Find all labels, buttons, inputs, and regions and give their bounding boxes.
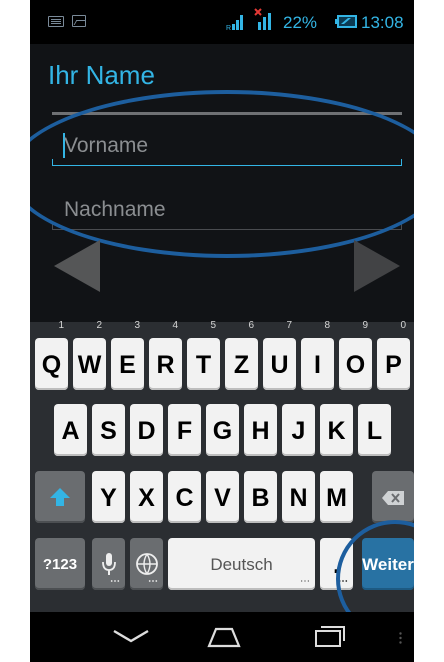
field-underline-tick bbox=[52, 159, 53, 166]
svg-text:R: R bbox=[226, 25, 231, 30]
field-underline-tick bbox=[52, 223, 53, 230]
key-p[interactable]: 0P bbox=[377, 320, 410, 390]
key-d[interactable]: D bbox=[130, 404, 163, 456]
annotation-circle-name-fields bbox=[30, 90, 414, 258]
key-i[interactable]: 8I bbox=[301, 320, 334, 390]
recent-apps-icon[interactable] bbox=[314, 624, 346, 648]
key-k[interactable]: K bbox=[320, 404, 353, 456]
key-l[interactable]: L bbox=[358, 404, 391, 456]
more-options-dots: ⋯ bbox=[148, 576, 158, 587]
shift-key[interactable] bbox=[35, 471, 85, 523]
more-options-dots: ⋯ bbox=[300, 576, 310, 587]
key-g[interactable]: G bbox=[206, 404, 239, 456]
battery-percentage: 22% bbox=[283, 13, 318, 32]
key-t[interactable]: 5T bbox=[187, 320, 220, 390]
voice-input-key[interactable]: ⋯ bbox=[92, 538, 125, 590]
key-v[interactable]: V bbox=[206, 471, 239, 523]
field-underline-tick bbox=[401, 159, 402, 166]
symbols-key[interactable]: ?123 bbox=[35, 538, 85, 590]
key-a[interactable]: A bbox=[54, 404, 87, 456]
key-z[interactable]: 6Z bbox=[225, 320, 258, 390]
back-icon[interactable] bbox=[112, 628, 150, 644]
signal-no-sim-icon bbox=[254, 8, 271, 30]
key-w[interactable]: 2W bbox=[73, 320, 106, 390]
backspace-key[interactable] bbox=[372, 471, 414, 523]
field-underline bbox=[52, 229, 402, 230]
key-j[interactable]: J bbox=[282, 404, 315, 456]
shift-arrow-icon bbox=[50, 488, 70, 506]
space-key-label: Deutsch bbox=[210, 555, 273, 574]
signal-roaming-icon: R bbox=[226, 15, 243, 30]
key-h[interactable]: H bbox=[244, 404, 277, 456]
key-f[interactable]: F bbox=[168, 404, 201, 456]
key-q[interactable]: 1Q bbox=[35, 320, 68, 390]
key-e[interactable]: 3E bbox=[111, 320, 144, 390]
more-options-dots: ⋯ bbox=[110, 576, 120, 587]
field-underline bbox=[52, 165, 402, 166]
last-name-field[interactable]: Nachname bbox=[52, 190, 402, 230]
image-notification-icon bbox=[72, 15, 86, 27]
key-s[interactable]: S bbox=[92, 404, 125, 456]
key-y[interactable]: Y bbox=[92, 471, 125, 523]
battery-icon bbox=[335, 15, 357, 28]
key-x[interactable]: X bbox=[130, 471, 163, 523]
key-o[interactable]: 9O bbox=[339, 320, 372, 390]
last-name-placeholder: Nachname bbox=[64, 198, 166, 221]
arrow-left-icon[interactable] bbox=[54, 240, 100, 292]
key-m[interactable]: M bbox=[320, 471, 353, 523]
page-title: Ihr Name bbox=[48, 60, 155, 90]
home-icon[interactable] bbox=[206, 626, 242, 648]
title-divider bbox=[52, 112, 402, 115]
key-b[interactable]: B bbox=[244, 471, 277, 523]
keyboard-notification-icon bbox=[48, 16, 64, 27]
key-n[interactable]: N bbox=[282, 471, 315, 523]
phone-screen: R 22% 13:08 Ihr Name Vorname Nachname 1 … bbox=[30, 0, 414, 662]
first-name-field[interactable]: Vorname bbox=[52, 126, 402, 166]
next-action-key[interactable]: Weiter bbox=[362, 538, 414, 590]
key-r[interactable]: 4R bbox=[149, 320, 182, 390]
arrow-right-icon[interactable] bbox=[354, 240, 400, 292]
backspace-icon bbox=[382, 491, 404, 505]
overflow-menu-icon[interactable] bbox=[399, 632, 402, 644]
field-underline-tick bbox=[401, 223, 402, 230]
globe-icon bbox=[135, 553, 158, 575]
period-key[interactable]: . ⋯ bbox=[320, 538, 353, 590]
space-key[interactable]: Deutsch ⋯ bbox=[168, 538, 315, 590]
more-options-dots: ⋯ bbox=[338, 576, 348, 587]
first-name-placeholder: Vorname bbox=[64, 134, 149, 157]
key-c[interactable]: C bbox=[168, 471, 201, 523]
navigation-bar bbox=[30, 612, 414, 662]
status-bar: R 22% 13:08 bbox=[30, 0, 414, 44]
key-u[interactable]: 7U bbox=[263, 320, 296, 390]
status-clock: 13:08 bbox=[361, 13, 404, 32]
microphone-icon bbox=[101, 553, 116, 575]
language-key[interactable]: ⋯ bbox=[130, 538, 163, 590]
